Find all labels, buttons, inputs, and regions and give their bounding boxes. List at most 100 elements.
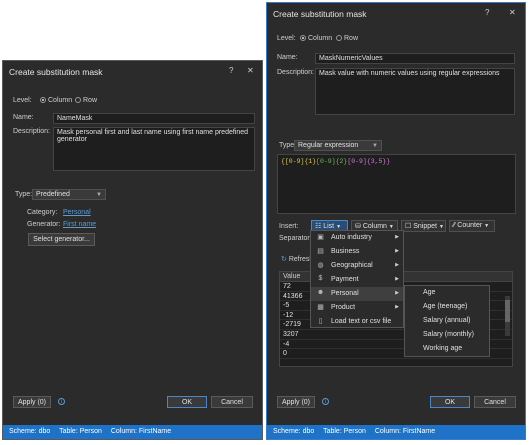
level-column-radio[interactable] <box>40 97 46 103</box>
cancel-button[interactable]: Cancel <box>474 396 516 408</box>
type-select[interactable]: Predefined ▼ <box>32 189 106 200</box>
status-bar: Scheme: dbo Table: Person Column: FirstN… <box>267 425 525 439</box>
level-label: Level: <box>13 97 32 104</box>
submenu-item-age[interactable]: Age <box>405 286 489 300</box>
level-column-radio[interactable] <box>300 35 306 41</box>
chevron-down-icon: ▼ <box>96 192 102 198</box>
category-link[interactable]: Personal <box>63 209 91 216</box>
personal-submenu: Age Age (teenage) Salary (annual) Salary… <box>404 285 490 357</box>
chevron-right-icon: ▶ <box>395 276 399 282</box>
submenu-item-working-age[interactable]: Working age <box>405 342 489 356</box>
description-input[interactable]: Mask value with numeric values using reg… <box>315 68 515 115</box>
chevron-right-icon: ▶ <box>395 304 399 310</box>
chevron-right-icon: ▶ <box>395 290 399 296</box>
left-dialog: Create substitution mask ? ✕ Level: Colu… <box>2 60 263 440</box>
ok-button[interactable]: OK <box>430 396 470 408</box>
name-input[interactable]: NameMask <box>53 113 255 124</box>
status-bar: Scheme: dbo Table: Person Column: FirstN… <box>3 425 262 439</box>
dollar-icon: $ <box>318 275 323 282</box>
apply-button[interactable]: Apply (0) <box>277 396 315 408</box>
column-icon: ⛁ <box>355 223 363 230</box>
regex-token: [0-9]{3,5}} <box>347 158 391 165</box>
name-label: Name: <box>13 114 34 121</box>
right-dialog: Create substitution mask ? ✕ Level: Colu… <box>266 2 526 440</box>
type-label: Type: <box>15 191 33 198</box>
separator-label: Separator <box>279 235 310 242</box>
chevron-down-icon: ▼ <box>372 143 378 149</box>
insert-snippet-button[interactable]: ☐ Snippet ▼ <box>401 220 446 232</box>
generator-label: Generator: <box>27 221 61 228</box>
level-row-radio[interactable] <box>336 35 342 41</box>
name-input[interactable]: MaskNumericValues <box>315 53 515 64</box>
dialog-title: Create substitution mask <box>9 67 103 77</box>
right-titlebar: Create substitution mask ? ✕ <box>267 3 525 23</box>
info-icon[interactable]: i <box>58 398 65 405</box>
level-row-label: Row <box>83 97 98 104</box>
submenu-item-salary-monthly[interactable]: Salary (monthly) <box>405 328 489 342</box>
info-icon[interactable]: i <box>322 398 329 405</box>
regex-editor[interactable]: {[0-9]{1}[0-9]{2}[0-9]{3,5}} <box>277 154 516 214</box>
level-row-radio[interactable] <box>75 97 81 103</box>
menu-item-business[interactable]: ▤ Business ▶ <box>311 245 403 259</box>
regex-token: [0-9]{2} <box>316 158 348 165</box>
level-row-label: Row <box>344 35 359 42</box>
type-value: Predefined <box>36 191 70 198</box>
status-scheme: Scheme: dbo <box>273 428 315 435</box>
chevron-down-icon: ▼ <box>484 223 490 229</box>
submenu-item-salary-annual[interactable]: Salary (annual) <box>405 314 489 328</box>
select-generator-button[interactable]: Select generator... <box>28 233 95 246</box>
description-input[interactable]: Mask personal first and last name using … <box>53 127 255 171</box>
menu-item-auto-industry[interactable]: ▣ Auto industry ▶ <box>311 231 403 245</box>
chevron-down-icon: ▼ <box>438 224 444 230</box>
briefcase-icon: ▤ <box>317 248 324 255</box>
ok-button[interactable]: OK <box>167 396 207 408</box>
scrollbar-thumb[interactable] <box>505 300 510 322</box>
status-table: Table: Person <box>59 428 102 435</box>
status-scheme: Scheme: dbo <box>9 428 51 435</box>
help-button[interactable]: ? <box>229 66 233 75</box>
status-table: Table: Person <box>323 428 366 435</box>
type-value: Regular expression <box>298 142 359 149</box>
cancel-button[interactable]: Cancel <box>211 396 253 408</box>
file-icon: ▯ <box>318 318 323 325</box>
left-titlebar: Create substitution mask ? ✕ <box>3 61 262 81</box>
description-label: Description: <box>13 128 50 135</box>
menu-item-load-file[interactable]: ▯ Load text or csv file <box>311 315 403 329</box>
status-column: Column: FirstName <box>374 428 436 435</box>
name-label: Name: <box>277 54 298 61</box>
chevron-right-icon: ▶ <box>395 262 399 268</box>
chevron-right-icon: ▶ <box>395 248 399 254</box>
refresh-button[interactable]: ↻ Refresh <box>281 255 313 263</box>
list-dropdown-menu: ▣ Auto industry ▶ ▤ Business ▶ ◍ Geographical… <box>310 230 404 328</box>
insert-counter-button[interactable]: ⁄⁄ Counter ▼ <box>449 220 495 232</box>
globe-icon: ◍ <box>317 262 324 269</box>
level-column-label: Column <box>308 35 333 42</box>
menu-item-geographical[interactable]: ◍ Geographical ▶ <box>311 259 403 273</box>
regex-token: {[0-9]{1} <box>281 158 317 165</box>
chevron-right-icon: ▶ <box>395 234 399 240</box>
menu-item-payment[interactable]: $ Payment ▶ <box>311 273 403 287</box>
insert-label: Insert: <box>279 223 299 230</box>
status-column: Column: FirstName <box>110 428 172 435</box>
menu-item-product[interactable]: ▦ Product ▶ <box>311 301 403 315</box>
list-icon: ☷ <box>315 223 324 230</box>
close-button[interactable]: ✕ <box>247 66 254 75</box>
level-column-label: Column <box>48 97 73 104</box>
submenu-item-age-teenage[interactable]: Age (teenage) <box>405 300 489 314</box>
help-button[interactable]: ? <box>485 8 489 17</box>
type-select[interactable]: Regular expression ▼ <box>294 140 382 151</box>
dialog-title: Create substitution mask <box>273 9 367 19</box>
apply-button[interactable]: Apply (0) <box>13 396 51 408</box>
refresh-icon: ↻ <box>281 256 289 263</box>
close-button[interactable]: ✕ <box>509 8 516 17</box>
category-label: Category: <box>27 209 58 216</box>
values-scrollbar[interactable] <box>505 296 510 336</box>
level-label: Level: <box>277 35 296 42</box>
snippet-icon: ☐ <box>405 223 414 230</box>
generator-link[interactable]: First name <box>63 221 96 228</box>
box-icon: ▦ <box>317 304 324 311</box>
car-icon: ▣ <box>317 234 324 241</box>
description-label: Description: <box>277 69 314 76</box>
person-icon: ☻ <box>316 289 325 296</box>
menu-item-personal[interactable]: ☻ Personal ▶ <box>311 287 403 301</box>
